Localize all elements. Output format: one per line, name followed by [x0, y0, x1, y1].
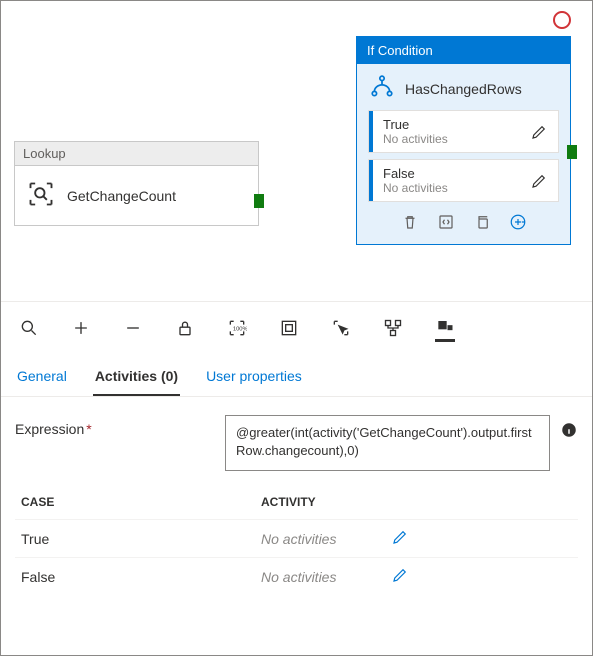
case-row: True No activities: [15, 519, 578, 557]
condition-title: HasChangedRows: [405, 81, 522, 97]
case-table-header: CASE ACTIVITY: [15, 495, 578, 519]
edit-icon[interactable]: [530, 123, 548, 141]
minimap-icon[interactable]: [435, 314, 455, 342]
info-icon[interactable]: [560, 421, 578, 439]
lookup-title: GetChangeCount: [67, 188, 176, 204]
auto-align-icon[interactable]: [383, 318, 403, 338]
expression-label: Expression: [15, 421, 84, 437]
tab-user-properties[interactable]: User properties: [204, 362, 304, 396]
search-icon[interactable]: [19, 318, 39, 338]
fit-screen-icon[interactable]: [279, 318, 299, 338]
case-activity-text: No activities: [261, 531, 391, 547]
copy-icon[interactable]: [473, 213, 491, 234]
edit-icon[interactable]: [530, 172, 548, 190]
svg-text:100%: 100%: [233, 327, 247, 333]
lookup-activity-node[interactable]: Lookup GetChangeCount: [14, 141, 259, 226]
false-branch-sub: No activities: [383, 181, 448, 195]
validation-error-icon: [553, 11, 571, 29]
false-branch-box[interactable]: False No activities: [369, 160, 558, 201]
zoom-reset-icon[interactable]: 100%: [227, 318, 247, 338]
branch-icon: [369, 74, 395, 103]
zoom-out-icon[interactable]: [123, 318, 143, 338]
case-col-header: CASE: [21, 495, 261, 509]
pipeline-canvas[interactable]: Lookup GetChangeCount If Condition HasCh…: [1, 1, 592, 301]
case-name: True: [21, 531, 261, 547]
true-branch-box[interactable]: True No activities: [369, 111, 558, 152]
case-name: False: [21, 569, 261, 585]
edit-icon[interactable]: [391, 528, 409, 549]
tab-general[interactable]: General: [15, 362, 69, 396]
lookup-header: Lookup: [15, 142, 258, 166]
code-icon[interactable]: [437, 213, 455, 234]
required-asterisk: *: [86, 421, 91, 437]
true-branch-label: True: [383, 117, 448, 132]
tab-activities[interactable]: Activities (0): [93, 362, 180, 396]
expression-input[interactable]: @greater(int(activity('GetChangeCount').…: [225, 415, 550, 471]
output-port[interactable]: [567, 145, 577, 159]
if-condition-activity-node[interactable]: If Condition HasChangedRows True No acti…: [356, 36, 571, 245]
delete-icon[interactable]: [401, 213, 419, 234]
true-branch-sub: No activities: [383, 132, 448, 146]
properties-tabs: General Activities (0) User properties: [1, 354, 592, 397]
false-branch-label: False: [383, 166, 448, 181]
edit-icon[interactable]: [391, 566, 409, 587]
output-port[interactable]: [254, 194, 264, 208]
condition-header: If Condition: [357, 37, 570, 64]
properties-panel: Expression* @greater(int(activity('GetCh…: [1, 397, 592, 613]
select-icon[interactable]: [331, 318, 351, 338]
canvas-toolbar: 100%: [1, 301, 592, 354]
case-row: False No activities: [15, 557, 578, 595]
lock-icon[interactable]: [175, 318, 195, 338]
add-activity-icon[interactable]: [509, 213, 527, 234]
activity-col-header: ACTIVITY: [261, 495, 316, 509]
case-activity-text: No activities: [261, 569, 391, 585]
lookup-icon: [27, 180, 55, 211]
zoom-in-icon[interactable]: [71, 318, 91, 338]
